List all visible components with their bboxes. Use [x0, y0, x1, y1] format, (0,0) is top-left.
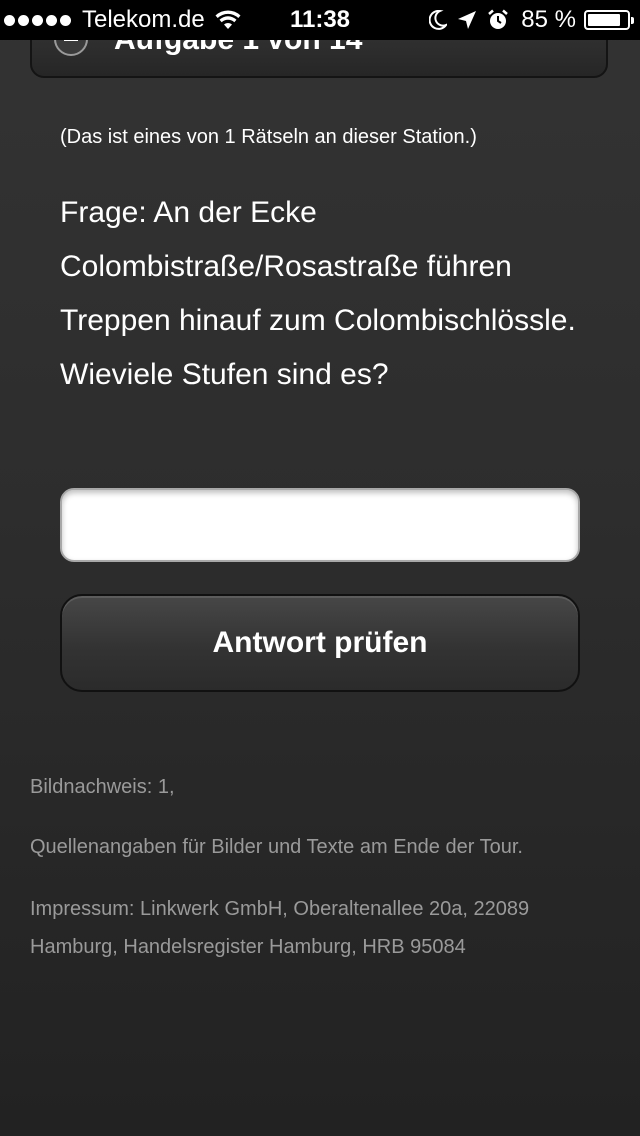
moon-icon	[429, 10, 448, 30]
alarm-icon	[488, 9, 509, 29]
sources-note-text: Quellenangaben für Bilder und Texte am E…	[30, 836, 523, 858]
check-answer-button[interactable]: Antwort prüfen	[60, 594, 580, 692]
image-credits-text: Bildnachweis: 1,	[30, 776, 175, 798]
battery-level-fill	[588, 14, 620, 26]
question-text: Frage: An der Ecke Colombistraße/Rosastr…	[60, 196, 576, 391]
location-arrow-icon	[458, 11, 477, 29]
answer-input[interactable]	[60, 488, 580, 562]
riddle-count-note: (Das ist eines von 1 Rätseln an dieser S…	[60, 126, 477, 148]
impressum-text: Impressum: Linkwerk GmbH, Oberaltenallee…	[30, 898, 530, 958]
battery-icon	[584, 10, 634, 30]
status-bar: Telekom.de 11:38 85 %	[0, 0, 640, 40]
status-right: 85 %	[419, 6, 634, 34]
battery-percentage: 85 %	[521, 6, 576, 33]
